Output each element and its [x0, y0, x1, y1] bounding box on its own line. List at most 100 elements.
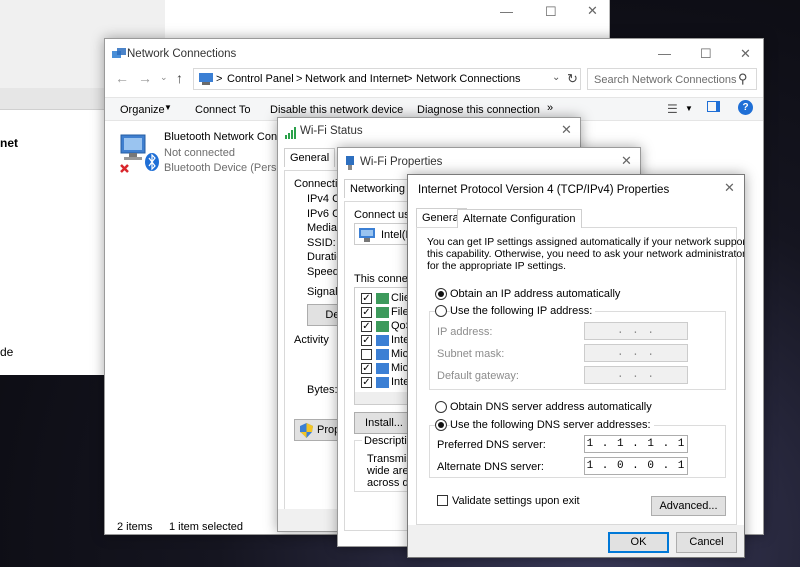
- network-adapter-icon: [346, 156, 354, 170]
- back-arrow-icon[interactable]: ←: [115, 70, 129, 86]
- ipv4-title: Internet Protocol Version 4 (TCP/IPv4) P…: [418, 184, 670, 196]
- status-row-ssid: SSID:: [307, 237, 336, 249]
- control-panel-icon: [199, 73, 213, 85]
- background-label-de: de: [0, 345, 14, 359]
- connection-name[interactable]: Bluetooth Network Conne: [164, 131, 289, 143]
- ipv4-titlebar[interactable]: Internet Protocol Version 4 (TCP/IPv4) P…: [408, 175, 744, 205]
- adapter-box[interactable]: Intel(R): [354, 223, 417, 245]
- component-icon: [376, 349, 389, 360]
- breadcrumb-network-connections[interactable]: Network Connections: [416, 73, 521, 85]
- use-following-ip-radio[interactable]: [435, 305, 447, 317]
- component-icon: [376, 363, 389, 374]
- preferred-dns-label: Preferred DNS server:: [437, 439, 546, 451]
- component-icon: [376, 293, 389, 304]
- advanced-button[interactable]: Advanced...: [651, 496, 726, 516]
- breadcrumb-separator: >: [216, 73, 223, 85]
- view-options-icon[interactable]: ☰: [667, 102, 678, 116]
- background-label-net: net: [0, 136, 18, 150]
- preview-pane-icon[interactable]: [707, 101, 720, 112]
- address-bar[interactable]: > Control Panel > Network and Internet >…: [193, 68, 581, 90]
- use-following-dns-radio[interactable]: [435, 419, 447, 431]
- status-selected-count: 1 item selected: [169, 521, 243, 533]
- ip-address-field[interactable]: . . .: [584, 322, 688, 340]
- close-icon[interactable]: ✕: [587, 3, 598, 19]
- wifi-status-titlebar[interactable]: Wi-Fi Status ✕: [278, 118, 580, 148]
- organize-button[interactable]: Organize: [120, 104, 165, 116]
- breadcrumb-control-panel[interactable]: Control Panel: [227, 73, 294, 85]
- maximize-icon[interactable]: ☐: [545, 4, 557, 20]
- view-dropdown-icon[interactable]: ▼: [685, 104, 693, 113]
- breadcrumb-network-and-internet[interactable]: Network and Internet: [305, 73, 407, 85]
- tab-networking[interactable]: Networking: [344, 179, 412, 198]
- minimize-icon[interactable]: —: [500, 4, 513, 19]
- obtain-dns-auto-radio[interactable]: [435, 401, 447, 413]
- validate-settings-label[interactable]: Validate settings upon exit: [452, 495, 580, 507]
- organize-dropdown-icon[interactable]: ▼: [164, 103, 172, 112]
- network-connections-app-icon: [112, 48, 126, 58]
- network-connections-titlebar[interactable]: Network Connections — ☐ ✕: [105, 39, 763, 69]
- disable-device-button[interactable]: Disable this network device: [270, 104, 403, 116]
- use-following-ip-label[interactable]: Use the following IP address:: [450, 305, 596, 317]
- preferred-dns-field[interactable]: 1 . 1 . 1 . 1: [584, 435, 688, 453]
- alternate-dns-field[interactable]: 1 . 0 . 0 . 1: [584, 457, 688, 475]
- default-gateway-label: Default gateway:: [437, 370, 519, 382]
- component-checkbox[interactable]: ✓: [361, 363, 372, 374]
- close-icon[interactable]: ✕: [740, 46, 751, 62]
- use-following-dns-label[interactable]: Use the following DNS server addresses:: [450, 419, 654, 431]
- wifi-icon: [285, 127, 296, 139]
- forward-arrow-icon[interactable]: →: [138, 70, 152, 86]
- ip-address-label: IP address:: [437, 326, 493, 338]
- search-input[interactable]: Search Network Connections: [594, 74, 736, 86]
- tab-general[interactable]: General: [284, 148, 336, 167]
- obtain-dns-auto-label[interactable]: Obtain DNS server address automatically: [450, 401, 652, 413]
- minimize-icon[interactable]: —: [658, 46, 671, 61]
- breadcrumb-separator: >: [296, 73, 303, 85]
- search-box[interactable]: Search Network Connections ⚲: [587, 68, 757, 90]
- wifi-status-title: Wi-Fi Status: [300, 125, 363, 137]
- diagnose-button[interactable]: Diagnose this connection: [417, 104, 540, 116]
- default-gateway-field[interactable]: . . .: [584, 366, 688, 384]
- address-dropdown-icon[interactable]: ⌄: [552, 72, 560, 83]
- install-button[interactable]: Install...: [354, 412, 414, 434]
- components-scrollbar[interactable]: [355, 392, 413, 404]
- ipv4-description-line: this capability. Otherwise, you need to …: [427, 249, 745, 260]
- obtain-ip-auto-label[interactable]: Obtain an IP address automatically: [450, 288, 620, 300]
- component-icon: [376, 335, 389, 346]
- close-icon[interactable]: ✕: [724, 180, 735, 196]
- toolbar-more-button[interactable]: »: [547, 102, 553, 114]
- close-icon[interactable]: ✕: [561, 122, 572, 138]
- component-checkbox[interactable]: ✓: [361, 293, 372, 304]
- component-checkbox[interactable]: ✓: [361, 321, 372, 332]
- component-checkbox[interactable]: [361, 349, 372, 360]
- component-icon: [376, 307, 389, 318]
- alternate-dns-label: Alternate DNS server:: [437, 461, 544, 473]
- cancel-button[interactable]: Cancel: [676, 532, 737, 553]
- subnet-mask-field[interactable]: . . .: [584, 344, 688, 362]
- adapter-icon: [359, 228, 375, 242]
- component-checkbox[interactable]: ✓: [361, 335, 372, 346]
- search-icon[interactable]: ⚲: [738, 71, 748, 87]
- ok-button[interactable]: OK: [608, 532, 669, 553]
- component-checkbox[interactable]: ✓: [361, 307, 372, 318]
- description-group: Transmissio wide area n across dive: [354, 440, 426, 492]
- validate-settings-checkbox[interactable]: [437, 495, 448, 506]
- maximize-icon[interactable]: ☐: [700, 46, 712, 62]
- subnet-mask-label: Subnet mask:: [437, 348, 505, 360]
- up-arrow-icon[interactable]: ↑: [176, 70, 183, 86]
- wifi-properties-title: Wi-Fi Properties: [360, 156, 443, 168]
- component-checkbox[interactable]: ✓: [361, 377, 372, 388]
- help-icon[interactable]: ?: [738, 100, 753, 115]
- ipv4-description-line: You can get IP settings assigned automat…: [427, 237, 745, 248]
- close-icon[interactable]: ✕: [621, 153, 632, 169]
- refresh-icon[interactable]: ↻: [567, 71, 578, 87]
- activity-heading: Activity: [294, 334, 329, 346]
- obtain-ip-auto-radio[interactable]: [435, 288, 447, 300]
- ipv4-properties-dialog: Internet Protocol Version 4 (TCP/IPv4) P…: [407, 174, 745, 558]
- connect-to-button[interactable]: Connect To: [195, 104, 250, 116]
- components-list: ✓ Clien ✓ File a ✓ QoS ✓ Intern Micro ✓ …: [354, 287, 414, 405]
- bluetooth-connection-icon[interactable]: [115, 129, 161, 175]
- connection-device: Bluetooth Device (Persona: [164, 162, 295, 174]
- breadcrumb-separator: >: [406, 73, 413, 85]
- tab-alternate-configuration[interactable]: Alternate Configuration: [457, 209, 582, 228]
- chevron-down-icon[interactable]: ⌄: [160, 72, 168, 83]
